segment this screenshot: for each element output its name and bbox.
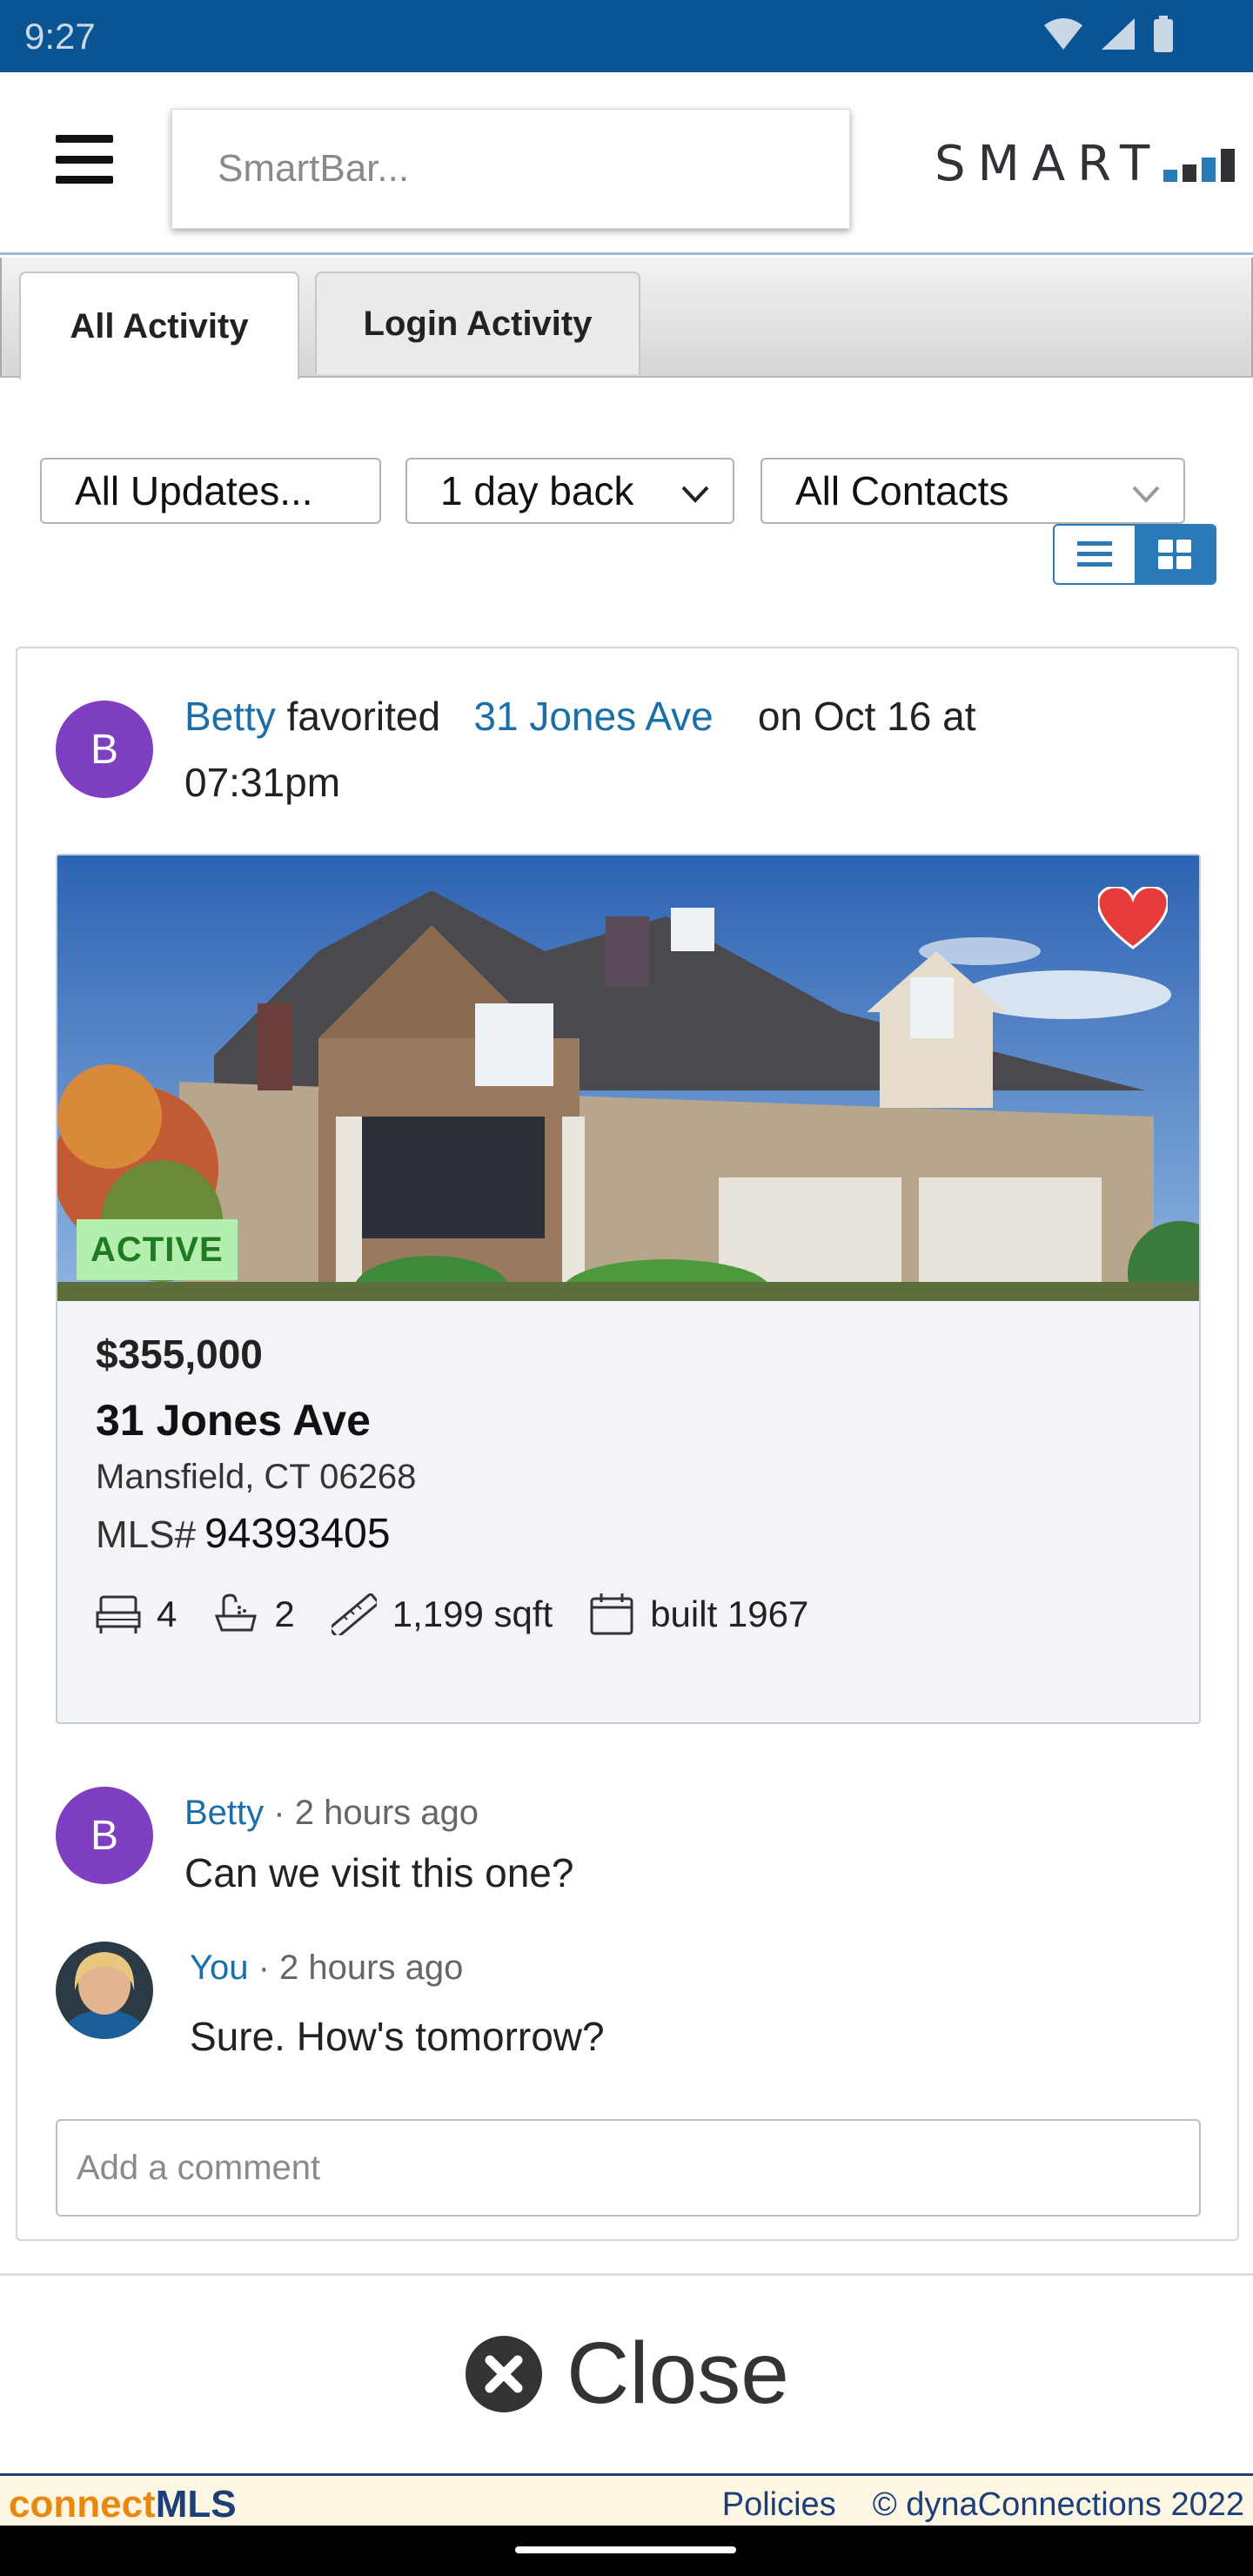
user-avatar — [56, 1942, 153, 2039]
signal-icon — [1102, 18, 1135, 50]
comment-text: Sure. How's tomorrow? — [190, 2014, 605, 2059]
close-circle-icon — [466, 2335, 543, 2412]
mls-label: MLS# — [96, 1513, 196, 1556]
wifi-icon — [1044, 18, 1082, 50]
comment-text: Can we visit this one? — [184, 1850, 574, 1895]
chevron-down-icon — [681, 486, 709, 503]
beds-feature: 4 — [96, 1593, 177, 1635]
listing-price: $355,000 — [96, 1332, 263, 1377]
ruler-icon — [331, 1593, 377, 1635]
bed-icon — [96, 1595, 141, 1633]
listing-mls: MLS# 94393405 — [96, 1510, 391, 1558]
mls-number: 94393405 — [204, 1511, 391, 1557]
activity-card: B Betty favorited 31 Jones Ave on Oct 16… — [16, 647, 1239, 2241]
baths-feature: 2 — [213, 1593, 295, 1635]
listing-features: 4 2 1,199 sqft built 1967 — [96, 1592, 845, 1637]
activity-when-time: 07:31pm — [184, 760, 341, 805]
view-toggle — [1053, 524, 1216, 585]
beds-value: 4 — [157, 1593, 178, 1634]
contacts-filter-value: All Contacts — [795, 468, 1009, 513]
comment-meta: You · 2 hours ago — [190, 1949, 463, 1988]
status-badge: ACTIVE — [77, 1219, 238, 1280]
menu-icon[interactable] — [56, 135, 113, 184]
smart-mls-logo: SMART — [935, 133, 1240, 194]
comment-author[interactable]: You — [190, 1949, 249, 1987]
bath-icon — [215, 1593, 258, 1632]
status-icons — [1042, 16, 1175, 52]
close-label: Close — [566, 2324, 789, 2422]
chevron-down-icon — [1132, 486, 1160, 503]
comment-time: · 2 hours ago — [258, 1949, 464, 1987]
logo-mls-bars — [1163, 149, 1236, 182]
updates-filter-value: All Updates... — [75, 468, 313, 513]
add-comment-field[interactable] — [56, 2119, 1201, 2217]
comment-time: · 2 hours ago — [273, 1794, 479, 1832]
range-filter-value: 1 day back — [440, 468, 634, 513]
range-filter[interactable]: 1 day back — [405, 458, 734, 524]
activity-when-date: on Oct 16 at — [757, 694, 976, 739]
comment-author[interactable]: Betty — [184, 1794, 264, 1832]
tab-login-activity[interactable]: Login Activity — [315, 272, 640, 374]
close-bar: Close — [0, 2273, 1253, 2472]
logo-text: SMART — [935, 135, 1163, 192]
brand-part-b: MLS — [155, 2483, 237, 2526]
footer-links: Policies © dynaConnections 2022 — [722, 2486, 1244, 2524]
smartbar-input[interactable] — [218, 147, 804, 191]
listing-city: Mansfield, CT 06268 — [96, 1458, 417, 1496]
comment-meta: Betty · 2 hours ago — [184, 1794, 479, 1833]
contacts-filter[interactable]: All Contacts — [761, 458, 1185, 524]
close-button[interactable]: Close — [464, 2324, 789, 2424]
add-comment-input[interactable] — [77, 2148, 1180, 2188]
activity-headline: Betty favorited 31 Jones Ave on Oct 16 a… — [184, 683, 1072, 815]
list-icon — [1077, 541, 1112, 567]
list-view-button[interactable] — [1055, 526, 1135, 583]
battery-icon — [1154, 16, 1173, 52]
home-indicator[interactable] — [515, 2546, 736, 2553]
status-bar: 9:27 — [0, 0, 1253, 72]
activity-verb: favorited — [286, 694, 441, 739]
actor-link[interactable]: Betty — [184, 694, 276, 739]
listing-card[interactable]: ACTIVE $355,000 31 Jones Ave Mansfield, … — [56, 854, 1201, 1724]
tab-bar: All Activity Login Activity — [0, 258, 1253, 379]
sqft-feature: 1,199 sqft — [331, 1593, 553, 1635]
system-nav-bar — [0, 2526, 1253, 2576]
app-header: SMART — [0, 72, 1253, 255]
smartbar[interactable] — [171, 109, 850, 229]
policies-link[interactable]: Policies — [722, 2486, 836, 2524]
sqft-value: 1,199 sqft — [392, 1593, 553, 1634]
baths-value: 2 — [274, 1593, 295, 1634]
updates-filter[interactable]: All Updates... — [40, 458, 381, 524]
footer: connectMLS Policies © dynaConnections 20… — [0, 2473, 1253, 2526]
connectmls-brand[interactable]: connectMLS — [9, 2483, 237, 2526]
calendar-icon — [590, 1593, 633, 1635]
comment-avatar: B — [56, 1787, 153, 1884]
grid-icon — [1158, 540, 1191, 569]
tab-all-activity[interactable]: All Activity — [19, 272, 299, 379]
built-feature: built 1967 — [589, 1592, 808, 1637]
property-link[interactable]: 31 Jones Ave — [473, 694, 713, 739]
copyright-text: © dynaConnections 2022 — [872, 2486, 1244, 2523]
status-time: 9:27 — [24, 16, 96, 57]
avatar: B — [56, 701, 153, 798]
favorite-heart-icon[interactable] — [1098, 887, 1168, 949]
listing-address: 31 Jones Ave — [96, 1396, 371, 1445]
grid-view-button[interactable] — [1135, 526, 1215, 583]
brand-part-a: connect — [9, 2483, 156, 2526]
built-value: built 1967 — [650, 1593, 809, 1634]
